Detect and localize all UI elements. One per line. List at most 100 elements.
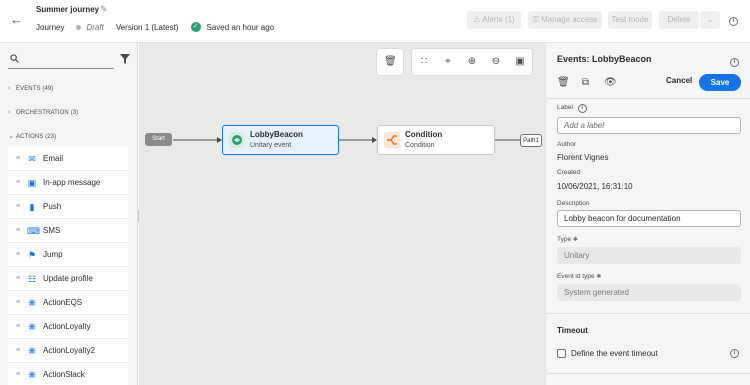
panel-title: Events: LobbyBeacon <box>557 54 652 64</box>
drag-handle-icon[interactable]: ≡ <box>12 299 24 306</box>
custom-action-icon: ❋ <box>28 297 36 308</box>
activity-actionloyalty2[interactable]: ≡ ❋ ActionLoyalty2 <box>8 339 128 363</box>
cancel-button[interactable]: Cancel <box>666 76 692 85</box>
chevron-down-icon: ⌄ <box>8 133 14 140</box>
drag-handle-icon[interactable]: ≡ <box>12 347 24 354</box>
breadcrumb: Journey <box>36 22 65 32</box>
test-mode-button[interactable]: Test mode <box>608 11 652 29</box>
check-circle-icon: ✓ <box>190 22 201 32</box>
created-label: Created <box>557 169 581 176</box>
eye-icon[interactable]: 👁 <box>604 77 617 88</box>
node-subtitle: Unitary event <box>250 142 292 149</box>
journey-meta: Journey Draft Version 1 (Latest) ✓ Saved… <box>36 22 274 32</box>
description-input[interactable]: Lobby beacon for documentation <box>557 210 741 227</box>
custom-action-icon: ❋ <box>28 345 36 356</box>
divider <box>546 373 750 374</box>
drag-handle-icon[interactable]: ≡ <box>12 323 24 330</box>
type-field: Unitary <box>557 247 741 264</box>
trash-icon[interactable]: 🗑 <box>557 77 570 88</box>
node-title: LobbyBeacon <box>250 130 303 139</box>
drag-handle-icon[interactable]: ≡ <box>12 227 24 234</box>
save-button[interactable]: Save <box>699 74 741 91</box>
drag-handle-icon[interactable]: ≡ <box>12 155 24 162</box>
in-app-message-icon: ▣ <box>27 177 37 188</box>
node-title: Condition <box>405 130 443 139</box>
type-label: Type ✱ <box>557 236 578 243</box>
required-asterisk-icon: ✱ <box>572 237 578 243</box>
alerts-button[interactable]: ⚠ Alerts (1) <box>467 11 521 29</box>
chevron-down-icon: ⌄ <box>706 15 714 24</box>
version-label[interactable]: Version 1 (Latest) <box>116 23 179 32</box>
manage-access-button[interactable]: ⚿ Manage access <box>528 11 602 29</box>
connectors <box>173 137 520 143</box>
event-id-type-field: System generated <box>557 284 741 301</box>
timeout-checkbox[interactable] <box>557 349 566 358</box>
divider <box>546 98 750 99</box>
activity-in-app-message[interactable]: ≡ ▣ In-app message <box>8 171 128 195</box>
activity-actionslack[interactable]: ≡ ❋ ActionSlack <box>8 363 128 385</box>
condition-icon <box>384 132 400 148</box>
key-icon: ⚿ <box>532 15 539 24</box>
email-icon: ✉ <box>28 153 36 164</box>
sms-icon: ⌨ <box>27 225 40 236</box>
author-value: Florent Vignes <box>557 153 609 162</box>
activity-push[interactable]: ≡ ▮ Push <box>8 195 128 219</box>
category-actions[interactable]: ⌄ ACTIONS (23) <box>8 132 56 140</box>
node-subtitle: Condition <box>405 142 435 149</box>
drag-handle-icon[interactable]: ≡ <box>12 179 24 186</box>
activity-actioneqs[interactable]: ≡ ❋ ActionEQS <box>8 291 128 315</box>
jump-icon: ⚑ <box>27 249 37 260</box>
push-icon: ▮ <box>29 201 35 212</box>
drag-handle-icon[interactable]: ≡ <box>12 251 24 258</box>
divider <box>546 313 750 314</box>
category-events[interactable]: › EVENTS (49) <box>8 85 53 92</box>
event-node-lobbybeacon[interactable]: LobbyBeacon Unitary event <box>222 125 339 155</box>
drag-handle-icon[interactable]: ≡ <box>12 203 24 210</box>
info-icon[interactable]: i <box>730 56 739 67</box>
alert-icon: ⚠ <box>473 15 481 24</box>
timeout-checkbox-label[interactable]: Define the event timeout <box>571 349 658 358</box>
drag-handle-icon[interactable]: ≡ <box>12 275 24 282</box>
required-asterisk-icon: ✱ <box>596 274 602 280</box>
filter-icon[interactable] <box>120 54 130 64</box>
status-dot-icon <box>76 24 82 30</box>
back-arrow-icon[interactable]: ← <box>10 13 26 27</box>
category-orchestration[interactable]: › ORCHESTRATION (3) <box>8 109 78 116</box>
drag-handle-icon[interactable]: ≡ <box>12 371 24 378</box>
custom-action-icon: ❋ <box>28 369 36 380</box>
journey-title: Summer journey <box>36 5 100 14</box>
activity-email[interactable]: ≡ ✉ Email <box>8 147 128 171</box>
activity-sms[interactable]: ≡ ⌨ SMS <box>8 219 128 243</box>
more-actions-dropdown[interactable]: ⌄ <box>700 11 720 29</box>
activity-update-profile[interactable]: ≡ ☷ Update profile <box>8 267 128 291</box>
status-badge: Draft <box>86 22 104 32</box>
start-node[interactable]: Start <box>145 133 172 146</box>
chevron-right-icon: › <box>8 85 11 92</box>
search-input[interactable] <box>8 52 114 69</box>
activity-jump[interactable]: ≡ ⚑ Jump <box>8 243 128 267</box>
delete-button[interactable]: Delete <box>659 11 699 29</box>
journey-canvas[interactable]: 🗑 ∷ ⌖ ⊕ ⊖ ▣ Start LobbyBeacon Unitary ev… <box>139 43 545 385</box>
condition-node[interactable]: Condition Condition <box>377 125 495 155</box>
event-icon <box>229 132 245 148</box>
author-label: Author <box>557 141 577 148</box>
chevron-right-icon: › <box>8 109 11 116</box>
description-label: Description <box>557 200 590 207</box>
info-icon[interactable]: i <box>730 347 739 358</box>
created-value: 10/06/2021, 16:31:10 <box>557 182 633 191</box>
edit-pencil-icon[interactable]: ✎ <box>100 4 108 15</box>
label-field-label: Label i <box>557 104 587 113</box>
update-profile-icon: ☷ <box>27 273 37 284</box>
timeout-section-title: Timeout <box>557 326 588 335</box>
info-icon[interactable]: i <box>577 104 587 113</box>
duplicate-icon[interactable]: ⧉ <box>580 77 591 88</box>
label-input[interactable]: Add a label <box>557 117 741 134</box>
search-icon <box>10 54 19 63</box>
info-icon[interactable]: i <box>729 15 738 26</box>
activity-actionloyalty[interactable]: ≡ ❋ ActionLoyalty <box>8 315 128 339</box>
top-bar: ← Summer journey ✎ Journey Draft Version… <box>0 0 750 43</box>
path-label[interactable]: Path1 <box>520 134 542 147</box>
saved-status: Saved an hour ago <box>206 22 275 32</box>
custom-action-icon: ❋ <box>28 321 36 332</box>
activity-palette: › EVENTS (49) › ORCHESTRATION (3) ⌄ ACTIONS… <box>0 43 138 385</box>
